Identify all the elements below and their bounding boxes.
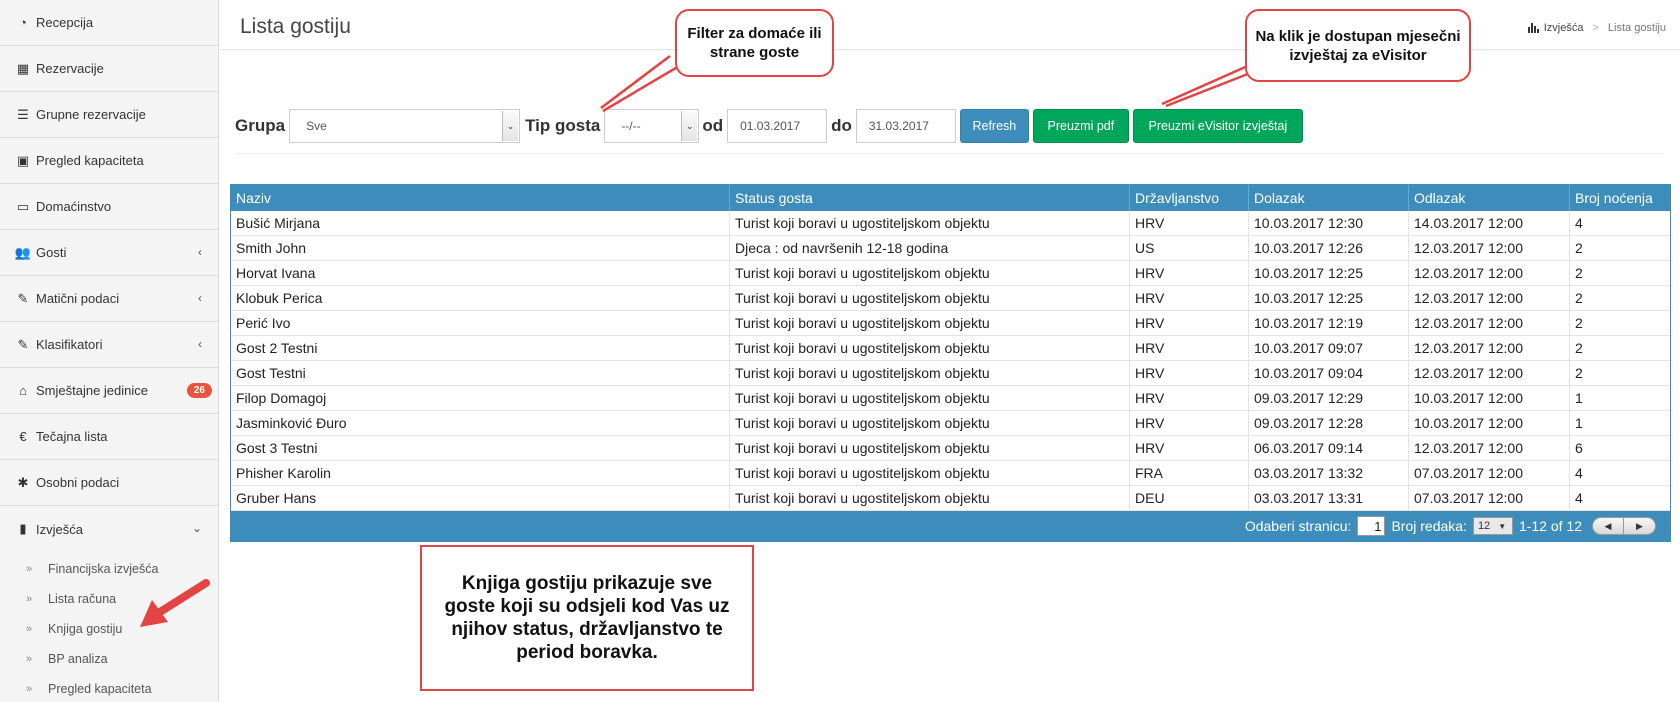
evisitor-callout-text: Na klik je dostupan mjesečni izvještaj z… xyxy=(1255,27,1461,64)
callout-arrows xyxy=(140,55,1259,627)
filter-callout: Filter za domaće ili strane goste xyxy=(675,9,834,77)
evisitor-callout-pointer xyxy=(1165,68,1259,108)
evisitor-callout: Na klik je dostupan mjesečni izvještaj z… xyxy=(1245,9,1471,82)
filter-callout-pointer xyxy=(602,60,687,113)
evisitor-callout-pointer-2 xyxy=(1161,62,1253,106)
guestbook-callout-text: Knjiga gostiju prikazuje sve goste koji … xyxy=(444,573,730,663)
filter-callout-pointer-2 xyxy=(600,55,671,109)
filter-callout-text: Filter za domaće ili strane goste xyxy=(687,25,822,61)
arrow-icon xyxy=(140,579,210,627)
guestbook-callout: Knjiga gostiju prikazuje sve goste koji … xyxy=(420,545,754,691)
